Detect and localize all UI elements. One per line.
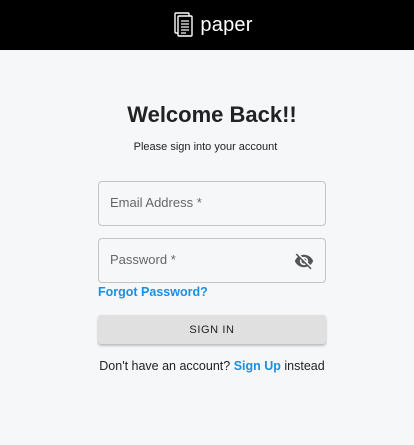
signup-prompt: Don't have an account? Sign Up instead bbox=[0, 359, 414, 373]
page-subtitle: Please sign into your account bbox=[133, 141, 278, 153]
signup-suffix-text: instead bbox=[284, 359, 325, 373]
paper-stack-icon bbox=[174, 12, 194, 37]
page-title: Welcome Back!! bbox=[127, 102, 297, 127]
forgot-password-link[interactable]: Forgot Password? bbox=[98, 285, 208, 299]
top-bar: paper bbox=[0, 0, 414, 50]
email-field[interactable]: Email Address * bbox=[98, 181, 326, 226]
password-field[interactable]: Password * bbox=[98, 238, 326, 283]
brand-logo[interactable]: paper bbox=[173, 10, 252, 40]
password-field-label: Password * bbox=[110, 252, 176, 267]
signup-prefix-text: Don't have an account? bbox=[99, 359, 231, 373]
eye-off-icon[interactable] bbox=[294, 251, 314, 271]
email-field-label: Email Address * bbox=[110, 195, 202, 210]
sign-in-button[interactable]: SIGN IN bbox=[98, 315, 326, 344]
sign-up-link[interactable]: Sign Up bbox=[234, 359, 281, 373]
brand-name: paper bbox=[200, 13, 253, 36]
